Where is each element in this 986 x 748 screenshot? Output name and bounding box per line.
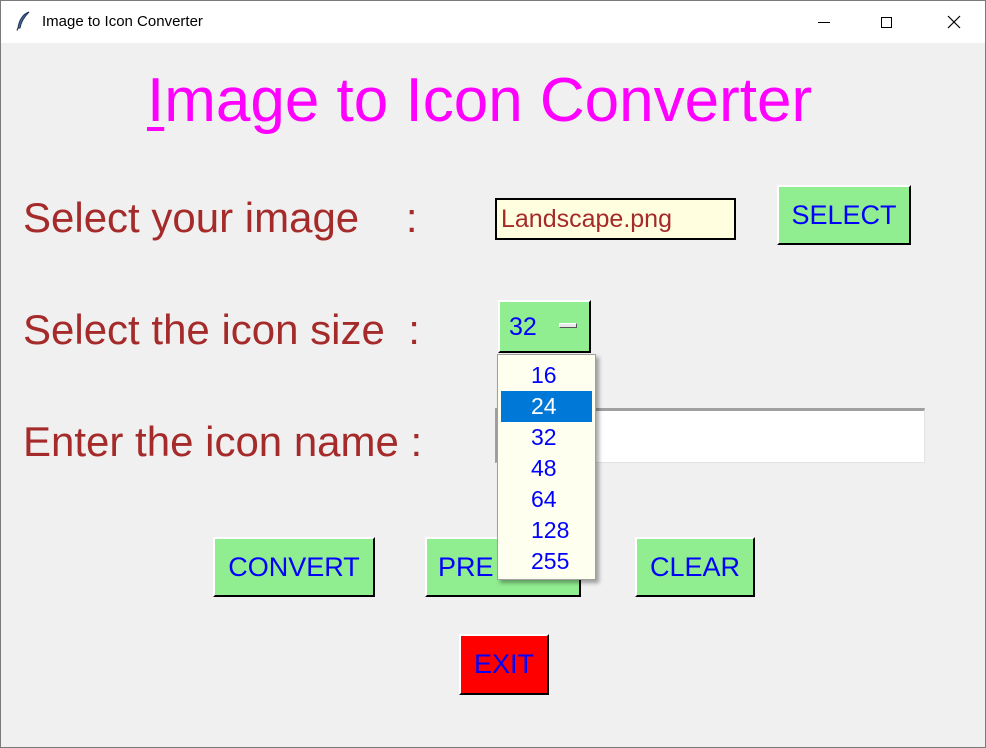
minimize-button[interactable] [801, 1, 847, 43]
size-option-128[interactable]: 128 [501, 515, 592, 546]
size-option-64[interactable]: 64 [501, 484, 592, 515]
maximize-icon [880, 16, 892, 28]
menubutton-indicator-icon [559, 323, 577, 328]
page-title: Image to Icon Converter [147, 65, 812, 137]
icon-size-menubutton[interactable]: 32 [498, 300, 591, 353]
clear-button[interactable]: CLEAR [635, 537, 755, 597]
title-bar[interactable]: Image to Icon Converter [1, 1, 985, 43]
page-title-mnemonic: I [147, 66, 165, 135]
selected-file-field: Landscape.png [495, 198, 736, 240]
select-image-label: Select your image : [23, 194, 418, 241]
close-button[interactable] [931, 1, 977, 43]
icon-size-value: 32 [509, 313, 537, 341]
size-option-255[interactable]: 255 [501, 546, 592, 577]
page-title-rest: mage to Icon Converter [164, 66, 813, 135]
maximize-button[interactable] [863, 1, 909, 43]
select-button[interactable]: SELECT [777, 185, 911, 245]
feather-icon [16, 11, 30, 31]
window-title: Image to Icon Converter [42, 13, 203, 30]
size-option-32[interactable]: 32 [501, 422, 592, 453]
select-size-label: Select the icon size : [23, 306, 420, 353]
app-window: Image to Icon Converter Image to Icon Co… [0, 0, 986, 748]
convert-button[interactable]: CONVERT [213, 537, 375, 597]
icon-name-label: Enter the icon name : [23, 418, 423, 465]
exit-button[interactable]: EXIT [459, 634, 549, 695]
close-icon [947, 15, 961, 29]
size-option-24[interactable]: 24 [501, 391, 592, 422]
size-option-48[interactable]: 48 [501, 453, 592, 484]
minimize-icon [818, 21, 830, 23]
size-option-16[interactable]: 16 [501, 360, 592, 391]
icon-size-dropdown: 16 24 32 48 64 128 255 [497, 354, 596, 580]
